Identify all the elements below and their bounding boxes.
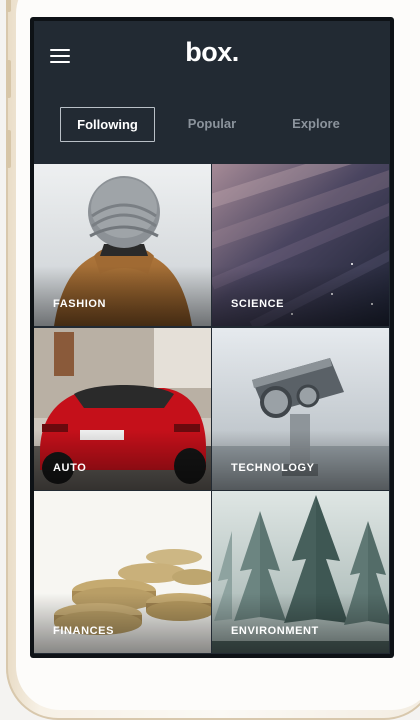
mute-switch <box>6 0 11 12</box>
category-label: SCIENCE <box>231 298 285 310</box>
category-label: AUTO <box>53 462 87 474</box>
tab-following[interactable]: Following <box>60 107 155 142</box>
volume-up-button <box>6 60 11 98</box>
category-tile-fashion[interactable]: FASHION <box>34 164 211 326</box>
category-tile-technology[interactable]: TECHNOLOGY <box>212 328 389 490</box>
app-container: box. Following Popular Explore FASHION S… <box>34 21 390 654</box>
category-grid: FASHION SCIENCE AUTO TECHNOLOGY FINANCES… <box>34 164 390 654</box>
category-label: ENVIRONMENT <box>231 625 319 637</box>
category-label: TECHNOLOGY <box>231 462 315 474</box>
category-tile-finances[interactable]: FINANCES <box>34 491 211 653</box>
top-bar: box. <box>34 21 390 87</box>
app-logo: box. <box>185 37 239 67</box>
tab-explore[interactable]: Explore <box>276 107 356 140</box>
category-tile-auto[interactable]: AUTO <box>34 328 211 490</box>
tab-popular[interactable]: Popular <box>172 107 252 140</box>
category-tile-science[interactable]: SCIENCE <box>212 164 389 326</box>
tab-bar: Following Popular Explore <box>34 87 390 164</box>
category-label: FASHION <box>53 298 107 310</box>
category-tile-environment[interactable]: ENVIRONMENT <box>212 491 389 653</box>
category-label: FINANCES <box>53 625 115 637</box>
volume-down-button <box>6 130 11 168</box>
phone-screen: box. Following Popular Explore FASHION S… <box>30 17 394 658</box>
